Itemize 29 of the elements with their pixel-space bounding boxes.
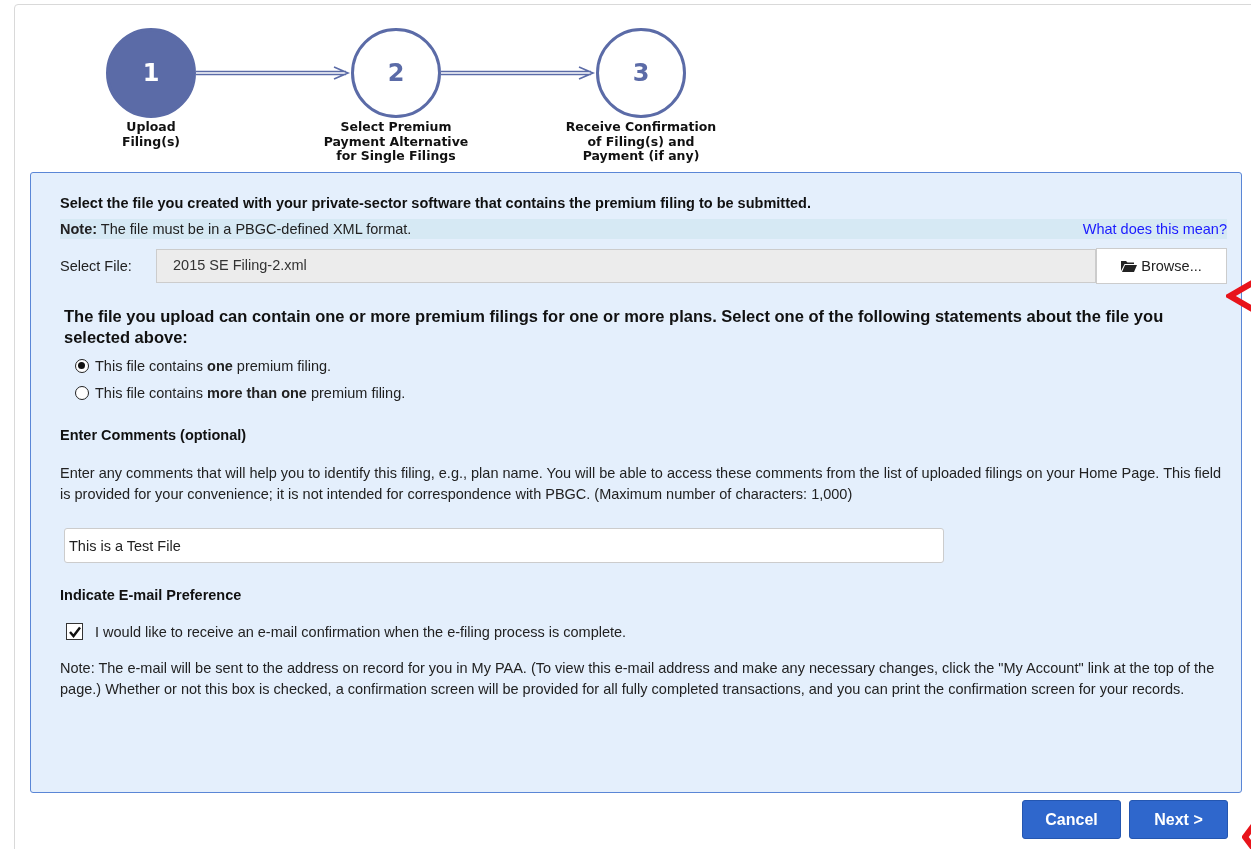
checkbox[interactable] xyxy=(66,623,83,640)
action-button[interactable]: Next > xyxy=(1129,800,1228,839)
instruction-text: Select the file you created with your private-sector software that contains the premium filing to be submitted. xyxy=(60,195,812,211)
step-circle: 1 xyxy=(106,28,196,118)
browse-button[interactable]: Browse... xyxy=(1096,248,1227,284)
radio-button[interactable] xyxy=(75,386,89,400)
step-label: Select Premium Payment Alternative for Single Filings xyxy=(323,120,469,164)
help-link[interactable]: What does this mean? xyxy=(1082,221,1227,237)
checkbox-label: I would like to receive an e-mail confirmation when the e-filing process is complete. xyxy=(95,623,627,640)
radio-button[interactable] xyxy=(75,359,89,373)
note-text: Note: The file must be in a PBGC-defined XML format. xyxy=(60,221,412,237)
email-note: Note: The e-mail will be sent to the address on record for you in My PAA. (To view this e-mail address and make any necessary changes, click the "My Account" link at the top of the page.) Whether or not this box is checked, a confirmation screen will be provided for all fully completed transactions, and you can print the confirmation screen for your records. xyxy=(60,659,1216,699)
comments-description: Enter any comments that will help you to identify this filing, e.g., plan name. You will be able to access these comments from the list of uploaded filings on your Home Page. This field is provided for your convenience; it is not intended for correspondence with PBGC. (Maximum number of characters: 1,000) xyxy=(60,464,1223,504)
step-circle: 3 xyxy=(596,28,686,118)
option-label: This file contains one premium filing. xyxy=(95,358,332,374)
section-heading: Enter Comments (optional) xyxy=(60,427,248,443)
comments-field[interactable]: This is a Test File xyxy=(64,528,944,563)
step-circle: 2 xyxy=(351,28,441,118)
arrow-icon xyxy=(441,66,596,80)
question-text: The file you upload can contain one or more premium filings for one or more plans. Select one of the following statements about the file you selected above: xyxy=(64,306,1165,348)
step-label: Upload Filing(s) xyxy=(121,120,181,149)
action-button[interactable]: Cancel xyxy=(1022,800,1121,839)
folder-icon xyxy=(1121,260,1138,272)
step-label: Receive Confirmation of Filing(s) and Payment (if any) xyxy=(565,120,717,164)
section-heading: Indicate E-mail Preference xyxy=(60,587,243,603)
arrow-icon xyxy=(196,66,351,80)
option-label: This file contains more than one premium filing. xyxy=(95,385,406,401)
file-field[interactable]: 2015 SE Filing-2.xml xyxy=(156,249,1096,283)
field-label: Select File: xyxy=(60,258,133,274)
